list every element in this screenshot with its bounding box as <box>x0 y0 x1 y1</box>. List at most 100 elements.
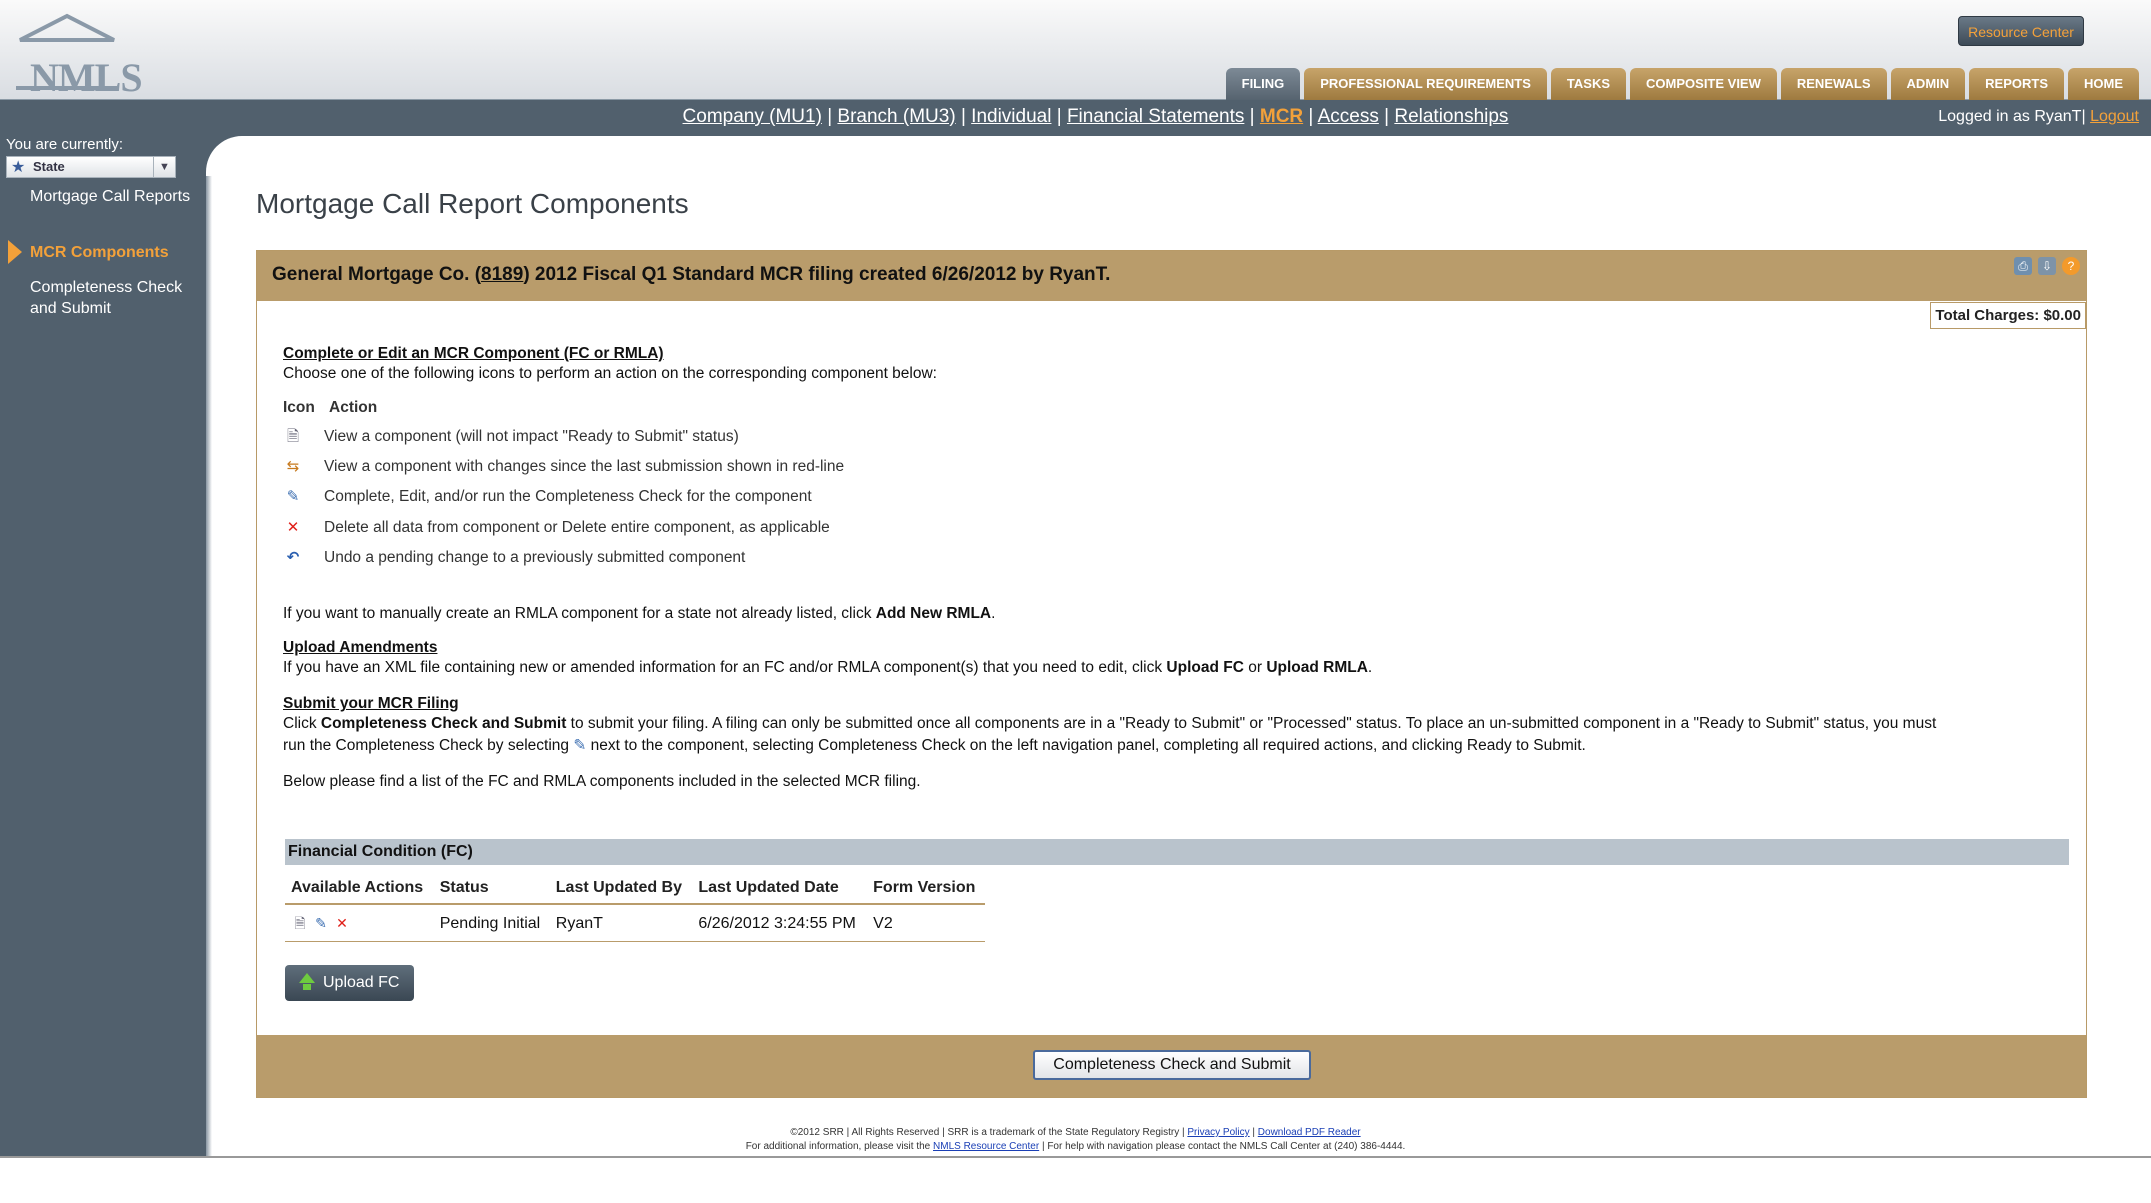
subnav-branch[interactable]: Branch (MU3) <box>837 106 955 127</box>
help-icon[interactable]: ? <box>2062 257 2080 275</box>
tab-reports[interactable]: REPORTS <box>1969 68 2064 100</box>
submit-text: Click <box>283 715 321 732</box>
upload-icon-stem <box>303 984 311 990</box>
row-updated-date: 6/26/2012 3:24:55 PM <box>692 904 868 942</box>
rmla-instructions: If you want to manually create an RMLA c… <box>283 603 995 625</box>
separator: | <box>1303 106 1318 127</box>
star-icon: ★ <box>11 159 26 176</box>
fc-table: Available Actions Status Last Updated By… <box>285 877 985 942</box>
panel-footer: Completeness Check and Submit <box>257 1035 2086 1097</box>
filing-title-suffix: ) 2012 Fiscal Q1 Standard MCR filing cre… <box>523 264 1111 285</box>
footer-copyright: ©2012 SRR | All Rights Reserved | SRR is… <box>790 1127 1188 1138</box>
legend-text: Delete all data from component or Delete… <box>324 519 830 536</box>
edit-icon: ✎ <box>573 737 587 754</box>
sub-navigation: Company (MU1) | Branch (MU3) | Individua… <box>0 100 2151 136</box>
submit-line-2: run the Completeness Check by selecting … <box>283 735 1586 757</box>
upload-text: If you have an XML file containing new o… <box>283 659 1167 676</box>
total-charges: Total Charges: $0.00 <box>1930 302 2086 329</box>
rmla-bold: Add New RMLA <box>875 605 992 622</box>
resource-center-link[interactable]: NMLS Resource Center <box>933 1141 1039 1152</box>
legend-row: 🗎 View a component (will not impact "Rea… <box>283 428 739 446</box>
footer-info: For additional information, please visit… <box>745 1141 934 1152</box>
below-text: Below please find a list of the FC and R… <box>283 773 921 790</box>
upload-bold: Upload FC <box>1166 659 1244 676</box>
legend-col-action: Action <box>329 399 378 416</box>
legend-text: Complete, Edit, and/or run the Completen… <box>324 488 812 505</box>
tab-admin[interactable]: ADMIN <box>1890 68 1966 100</box>
tab-filing[interactable]: FILING <box>1225 68 1301 100</box>
sidebar-item-mcr-components[interactable]: MCR Components <box>30 242 206 263</box>
edit-icon[interactable]: ✎ <box>312 914 330 932</box>
sidebar-item-completeness-check[interactable]: Completeness Check and Submit <box>30 277 206 319</box>
top-header: NMLS Resource Center FILING PROFESSIONAL… <box>0 0 2151 100</box>
company-id-link[interactable]: 8189 <box>481 264 523 285</box>
upload-post: . <box>1367 659 1373 676</box>
view-document-icon[interactable]: 🗎 <box>291 914 309 932</box>
download-pdf-link[interactable]: Download PDF Reader <box>1258 1127 1361 1138</box>
role-select[interactable]: ★ State ▼ <box>6 156 176 178</box>
nmls-logo[interactable]: NMLS <box>12 12 143 100</box>
tab-tasks[interactable]: TASKS <box>1550 68 1627 100</box>
tab-composite-view[interactable]: COMPOSITE VIEW <box>1630 68 1777 100</box>
col-available-actions: Available Actions <box>285 877 434 905</box>
footer-separator: | <box>1249 1127 1258 1138</box>
components-panel: General Mortgage Co. (8189) 2012 Fiscal … <box>256 250 2087 1098</box>
bottom-border <box>0 1156 2151 1158</box>
submit-text: next to the component, selecting Complet… <box>586 737 1586 754</box>
current-arrow-icon <box>8 240 22 264</box>
undo-icon: ↶ <box>286 549 300 566</box>
col-last-updated-date: Last Updated Date <box>692 877 868 905</box>
filing-title: General Mortgage Co. (8189) 2012 Fiscal … <box>272 264 1110 286</box>
completeness-check-submit-button[interactable]: Completeness Check and Submit <box>1033 1050 1311 1080</box>
sidebar-item-mortgage-call-reports[interactable]: Mortgage Call Reports <box>30 186 206 207</box>
chevron-down-icon[interactable]: ▼ <box>153 157 175 177</box>
footer-line-1: ©2012 SRR | All Rights Reserved | SRR is… <box>0 1126 2151 1140</box>
subnav-individual[interactable]: Individual <box>971 106 1051 127</box>
subnav-relationships[interactable]: Relationships <box>1394 106 1508 127</box>
role-select-value: State <box>33 159 65 174</box>
submit-text: run the Completeness Check by selecting <box>283 737 574 754</box>
privacy-policy-link[interactable]: Privacy Policy <box>1187 1127 1249 1138</box>
page-title: Mortgage Call Report Components <box>256 188 689 219</box>
col-form-version: Form Version <box>867 877 985 905</box>
tab-home[interactable]: HOME <box>2068 68 2139 100</box>
col-status: Status <box>433 877 550 905</box>
legend-text: Undo a pending change to a previously su… <box>324 549 746 566</box>
print-icon[interactable]: ⎙ <box>2014 257 2032 275</box>
upload-instructions: If you have an XML file containing new o… <box>283 657 1372 679</box>
upload-heading: Upload Amendments <box>283 639 438 656</box>
delete-icon[interactable]: ✕ <box>333 914 351 932</box>
subnav-company[interactable]: Company (MU1) <box>683 106 822 127</box>
legend-row: ✕ Delete all data from component or Dele… <box>283 519 830 537</box>
panel-header: General Mortgage Co. (8189) 2012 Fiscal … <box>257 251 2086 301</box>
footer-line-2: For additional information, please visit… <box>0 1140 2151 1154</box>
tab-renewals[interactable]: RENEWALS <box>1780 68 1887 100</box>
sidebar-edge <box>206 176 212 1156</box>
rmla-post: . <box>991 605 996 622</box>
subnav-access[interactable]: Access <box>1318 106 1379 127</box>
fc-section-header: Financial Condition (FC) <box>285 839 2069 865</box>
upload-icon <box>299 973 315 983</box>
submit-bold: Completeness Check and Submit <box>320 715 567 732</box>
subnav-links: Company (MU1) | Branch (MU3) | Individua… <box>0 106 2151 128</box>
complete-heading: Complete or Edit an MCR Component (FC or… <box>283 345 664 362</box>
subnav-mcr[interactable]: MCR <box>1260 106 1303 127</box>
tab-professional-requirements[interactable]: PROFESSIONAL REQUIREMENTS <box>1304 68 1547 100</box>
logout-link[interactable]: Logout <box>2090 108 2139 125</box>
delete-icon: ✕ <box>286 519 300 536</box>
upload-fc-button[interactable]: Upload FC <box>285 965 414 1001</box>
upload-bold: Upload RMLA <box>1266 659 1368 676</box>
subnav-financial-statements[interactable]: Financial Statements <box>1067 106 1244 127</box>
resource-center-button[interactable]: Resource Center <box>1958 16 2084 46</box>
row-form-version: V2 <box>867 904 985 942</box>
header-icons: ⎙ ⇩ ? <box>2014 257 2080 275</box>
submit-heading: Submit your MCR Filing <box>283 695 459 712</box>
export-icon[interactable]: ⇩ <box>2038 257 2056 275</box>
separator: | <box>1378 106 1395 127</box>
row-updated-by: RyanT <box>549 904 693 942</box>
view-changes-icon: ⇆ <box>286 458 300 475</box>
col-last-updated-by: Last Updated By <box>549 877 693 905</box>
legend-row: ↶ Undo a pending change to a previously … <box>283 549 746 567</box>
submit-line-1: Click Completeness Check and Submit to s… <box>283 713 2073 735</box>
separator: | <box>955 106 972 127</box>
